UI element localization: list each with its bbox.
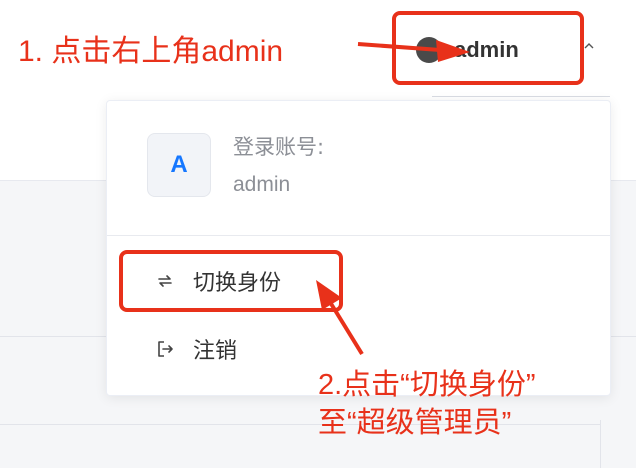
account-initial: A: [170, 151, 188, 178]
logout-icon: [158, 341, 173, 357]
highlight-box-switch: [119, 250, 343, 312]
account-name: admin: [233, 173, 291, 196]
annotation-step-2: 2.点击“切换身份” 至“超级管理员”: [318, 366, 536, 442]
highlight-box-admin: [392, 11, 584, 85]
logout-label: 注销: [193, 339, 238, 364]
content-divider: [600, 420, 601, 468]
annotation-step-1: 1. 点击右上角admin: [18, 35, 284, 68]
annotation-step-2-line-1: 2.点击“切换身份”: [318, 369, 536, 401]
chevron-up-icon[interactable]: [583, 40, 595, 52]
account-avatar: A: [147, 133, 211, 197]
annotation-step-2-line-2: 至“超级管理员”: [318, 407, 512, 439]
dropdown-divider: [107, 235, 610, 236]
account-label: 登录账号:: [233, 135, 325, 159]
page: admin A 登录账号: admin 切换身份 注销 1. 点击右上角admi: [0, 0, 636, 468]
user-dropdown-menu: A 登录账号: admin 切换身份 注销: [106, 100, 611, 396]
